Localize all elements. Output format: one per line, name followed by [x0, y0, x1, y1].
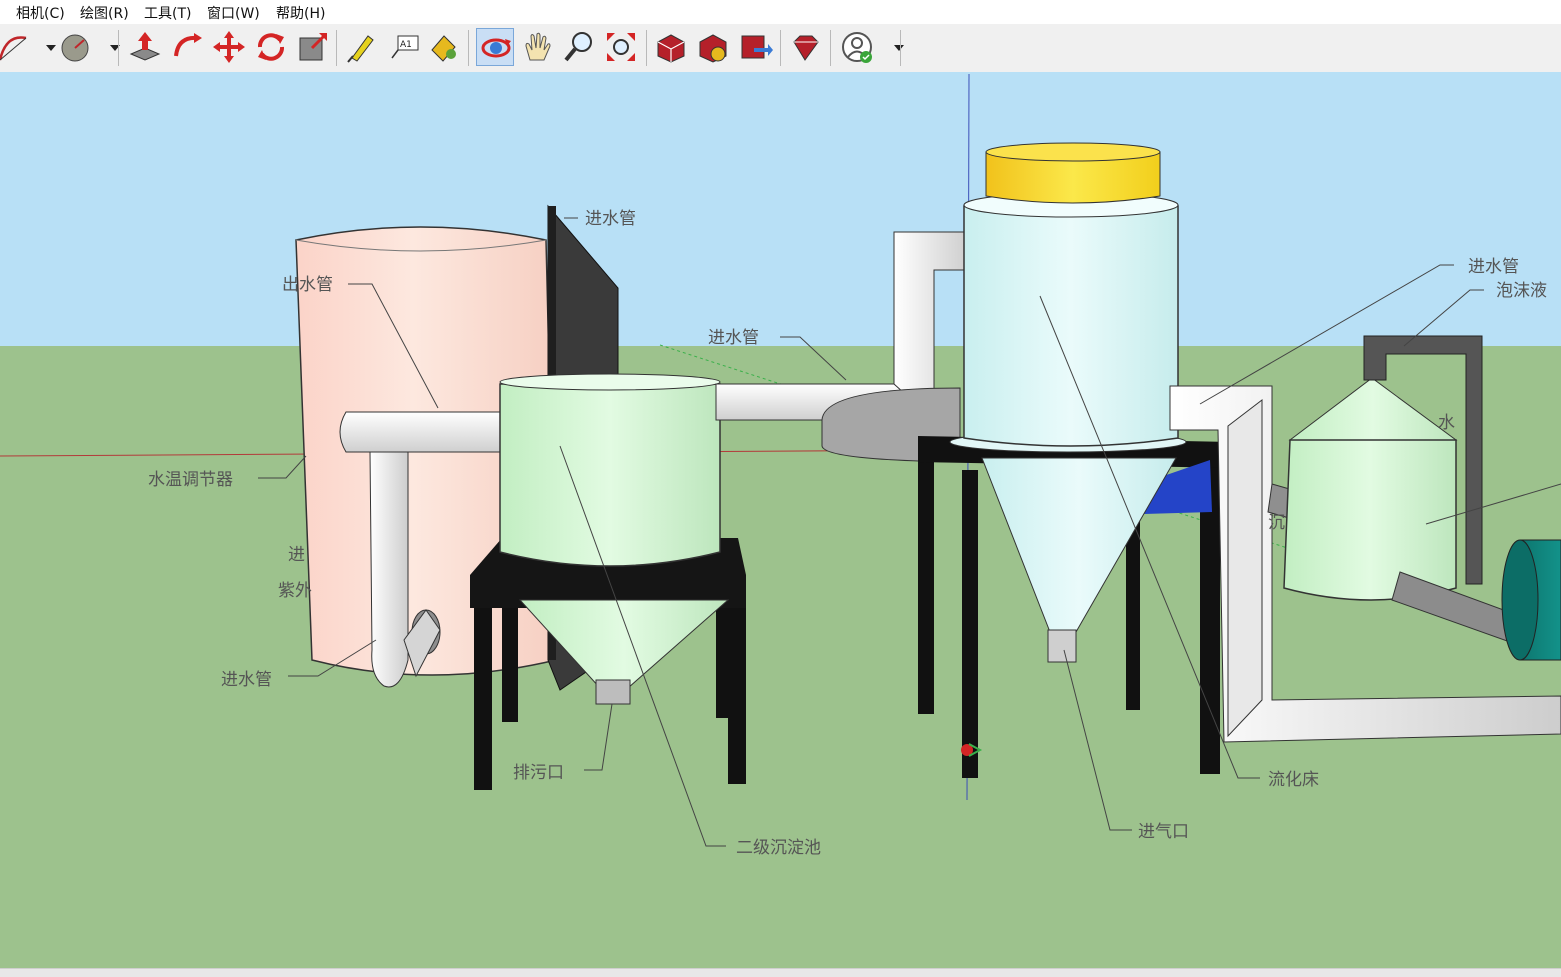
move-icon[interactable] — [210, 28, 248, 66]
menu-draw[interactable]: 绘图(R) — [80, 3, 129, 23]
extension-warehouse-icon[interactable] — [694, 28, 732, 66]
label-inlet-pipe-mid: 进水管 — [708, 328, 759, 348]
follow-me-icon[interactable] — [168, 28, 206, 66]
zoom-extents-icon[interactable] — [602, 28, 640, 66]
account-dropdown-icon[interactable] — [880, 28, 904, 66]
menu-help[interactable]: 帮助(H) — [276, 3, 325, 23]
protractor-dropdown-icon[interactable] — [96, 28, 120, 66]
push-pull-icon[interactable] — [126, 28, 164, 66]
ruby-icon[interactable] — [786, 28, 824, 66]
svg-text:A1: A1 — [400, 40, 412, 50]
label-inlet-pipe-right: 进水管 — [1468, 257, 1519, 277]
scale-icon[interactable] — [294, 28, 332, 66]
label-partial-uv: 紫外 — [278, 581, 312, 601]
orbit-icon[interactable] — [476, 28, 514, 66]
label-air-inlet: 进气口 — [1138, 822, 1189, 842]
rotate-icon[interactable] — [252, 28, 290, 66]
blower-drum — [1501, 539, 1561, 661]
zoom-icon[interactable] — [560, 28, 598, 66]
label-inlet-pipe-top: 进水管 — [585, 209, 636, 229]
protractor-tool-icon[interactable] — [56, 28, 94, 66]
paint-bucket-icon[interactable] — [424, 28, 462, 66]
label-secondary-settler: 二级沉淀池 — [736, 838, 821, 858]
label-partial-inlet: 进 — [288, 545, 305, 565]
menu-bar: 相机(C) 绘图(R) 工具(T) 窗口(W) 帮助(H) — [0, 0, 1561, 24]
label-foam-partial: 泡沫液 — [1496, 281, 1547, 301]
account-icon[interactable] — [838, 28, 876, 66]
model-viewport[interactable]: 进水管 出水管 进水管 水温调节器 进 紫外 进水管 排污口 二级沉淀池 进气口… — [0, 72, 1561, 968]
label-temperature-regulator: 水温调节器 — [148, 470, 233, 490]
text-tool-icon[interactable]: A1 — [384, 28, 422, 66]
label-partial-cut: 沉 — [1268, 513, 1285, 533]
share-model-icon[interactable] — [736, 28, 774, 66]
warehouse-icon[interactable] — [652, 28, 690, 66]
menu-camera[interactable]: 相机(C) — [16, 3, 65, 23]
label-outlet-pipe: 出水管 — [282, 275, 333, 295]
menu-tools[interactable]: 工具(T) — [144, 3, 191, 23]
pan-hand-icon[interactable] — [518, 28, 556, 66]
sky — [0, 72, 1561, 346]
label-fluidized-bed: 流化床 — [1268, 770, 1319, 790]
arc-dropdown-icon[interactable] — [32, 28, 56, 66]
label-inlet-pipe-bottom: 进水管 — [221, 670, 272, 690]
menu-window[interactable]: 窗口(W) — [207, 3, 260, 23]
main-toolbar: A1 — [0, 24, 1561, 73]
tape-measure-icon[interactable] — [342, 28, 380, 66]
label-sludge-outlet: 排污口 — [513, 763, 564, 783]
label-partial-water: 水 — [1438, 413, 1455, 433]
arc-tool-icon[interactable] — [0, 28, 32, 66]
